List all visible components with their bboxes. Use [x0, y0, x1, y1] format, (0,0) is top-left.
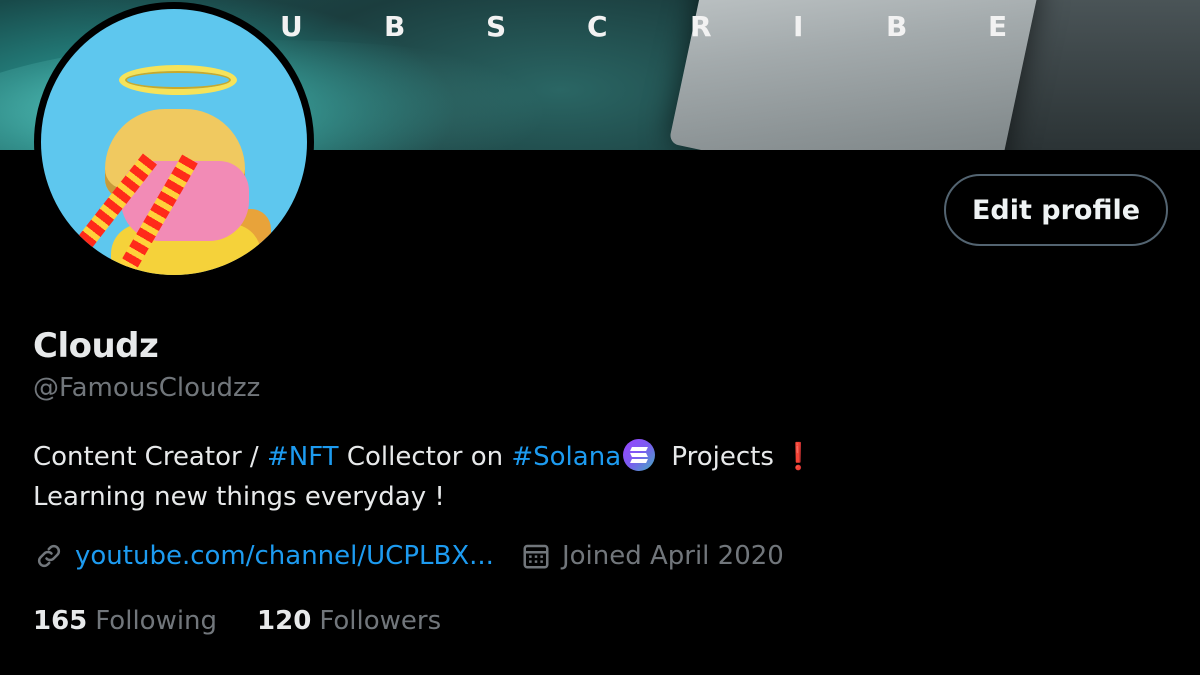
banner-letter: U: [280, 10, 303, 43]
solana-logo-icon: [623, 439, 656, 471]
follow-stats: 165 Following 120 Followers: [33, 603, 441, 639]
following-label: Following: [95, 606, 218, 636]
banner-letter: E: [988, 10, 1008, 43]
banner-letter: I: [793, 10, 804, 43]
banner-letter: B: [384, 10, 406, 43]
banner-letter: B: [886, 10, 908, 43]
bio-text: Projects: [663, 442, 783, 472]
avatar[interactable]: [34, 2, 314, 282]
followers-label: Followers: [319, 606, 442, 636]
followers-count: 120: [257, 606, 312, 636]
bio-line-1: Content Creator / #NFT Collector on #Sol…: [33, 437, 933, 477]
bio-text: Content Creator /: [33, 442, 267, 472]
following-count: 165: [33, 606, 88, 636]
following-link[interactable]: 165 Following: [33, 606, 217, 636]
link-icon: [33, 540, 65, 572]
followers-link[interactable]: 120 Followers: [257, 606, 441, 636]
joined-date: Joined April 2020: [561, 541, 784, 571]
bio-line-2: Learning new things everyday !: [33, 482, 445, 512]
bio-text: Collector on: [338, 442, 512, 472]
avatar-halo: [119, 65, 237, 95]
username-handle: @FamousCloudzz: [33, 373, 261, 403]
hashtag-nft-link[interactable]: #NFT: [267, 442, 339, 472]
banner-letter: S: [486, 10, 507, 43]
edit-profile-button[interactable]: Edit profile: [944, 174, 1168, 246]
banner-letter: R: [690, 10, 712, 43]
profile-meta: youtube.com/channel/UCPLBX... Joined Apr…: [33, 536, 784, 576]
calendar-icon: [520, 540, 552, 572]
profile-website-link[interactable]: youtube.com/channel/UCPLBX...: [75, 541, 494, 571]
hashtag-solana-link[interactable]: #Solana: [511, 442, 621, 472]
display-name: Cloudz: [33, 326, 159, 366]
banner-letter: C: [587, 10, 608, 43]
exclamation-emoji-icon: ❗: [782, 442, 815, 472]
profile-bio: Content Creator / #NFT Collector on #Sol…: [33, 437, 933, 517]
profile-page: U B S C R I B E Edit profile Cloudz @Fam…: [0, 0, 1200, 675]
